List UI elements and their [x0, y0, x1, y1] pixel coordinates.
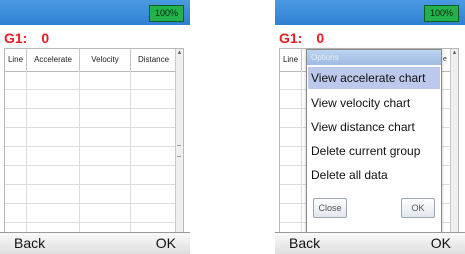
table-scrollbar[interactable]: ▲ ▼ — [175, 49, 183, 253]
status-bar: 100% — [275, 0, 465, 25]
group-indicator: G1: 0 — [279, 30, 324, 46]
column-header-accelerate: Accelerate — [27, 49, 80, 71]
option-view-distance-chart[interactable]: View distance chart — [308, 116, 440, 138]
table-rows — [5, 71, 177, 253]
option-view-velocity-chart[interactable]: View velocity chart — [308, 92, 440, 114]
back-button[interactable]: Back — [14, 235, 45, 252]
table-row[interactable] — [5, 109, 177, 128]
column-header-line: Line — [280, 49, 302, 71]
scroll-grip-icon[interactable] — [177, 145, 181, 157]
status-bar: 100% — [0, 0, 190, 25]
table-row[interactable] — [5, 185, 177, 204]
phone-screen-table: 100% G1: 0 Line Accelerate Velocity Dista… — [0, 0, 190, 254]
table-scrollbar: ▲ ▼ — [450, 49, 458, 253]
option-delete-current-group[interactable]: Delete current group — [308, 140, 440, 162]
option-delete-all-data[interactable]: Delete all data — [308, 164, 440, 186]
table-row[interactable] — [5, 90, 177, 109]
battery-indicator: 100% — [424, 5, 459, 22]
group-indicator: G1: 0 — [4, 30, 49, 46]
phone-screen-options: 100% G1: 0 Line ▲ ▼ e Options — [275, 0, 465, 254]
table-header: Line Accelerate Velocity Distance — [5, 49, 177, 72]
header-overflow-text: e — [443, 56, 447, 63]
back-button[interactable]: Back — [289, 235, 320, 252]
group-label: G1: — [4, 30, 28, 46]
group-label: G1: — [279, 30, 303, 46]
dialog-ok-button[interactable]: OK — [401, 198, 435, 218]
data-table: Line Accelerate Velocity Distance ▲ ▼ — [4, 48, 184, 254]
battery-indicator: 100% — [149, 5, 184, 22]
table-row[interactable] — [5, 147, 177, 166]
ok-button[interactable]: OK — [431, 235, 451, 252]
column-header-distance: Distance — [131, 49, 177, 71]
dialog-title: Options — [307, 50, 441, 65]
table-row[interactable] — [5, 204, 177, 223]
dialog-close-button[interactable]: Close — [313, 198, 347, 218]
table-row[interactable] — [5, 166, 177, 185]
column-header-line: Line — [5, 49, 27, 71]
scroll-up-icon[interactable]: ▲ — [176, 49, 183, 57]
scroll-up-icon: ▲ — [451, 50, 458, 56]
group-value: 0 — [316, 30, 325, 46]
options-dialog: Options View accelerate chart View veloc… — [306, 49, 442, 234]
softkey-bar: Back OK — [275, 232, 465, 254]
option-view-accelerate-chart[interactable]: View accelerate chart — [308, 67, 440, 89]
ok-button[interactable]: OK — [156, 235, 176, 252]
group-value: 0 — [41, 30, 50, 46]
column-header-velocity: Velocity — [80, 49, 131, 71]
table-row[interactable] — [5, 128, 177, 147]
table-row[interactable] — [5, 71, 177, 90]
softkey-bar: Back OK — [0, 232, 190, 254]
